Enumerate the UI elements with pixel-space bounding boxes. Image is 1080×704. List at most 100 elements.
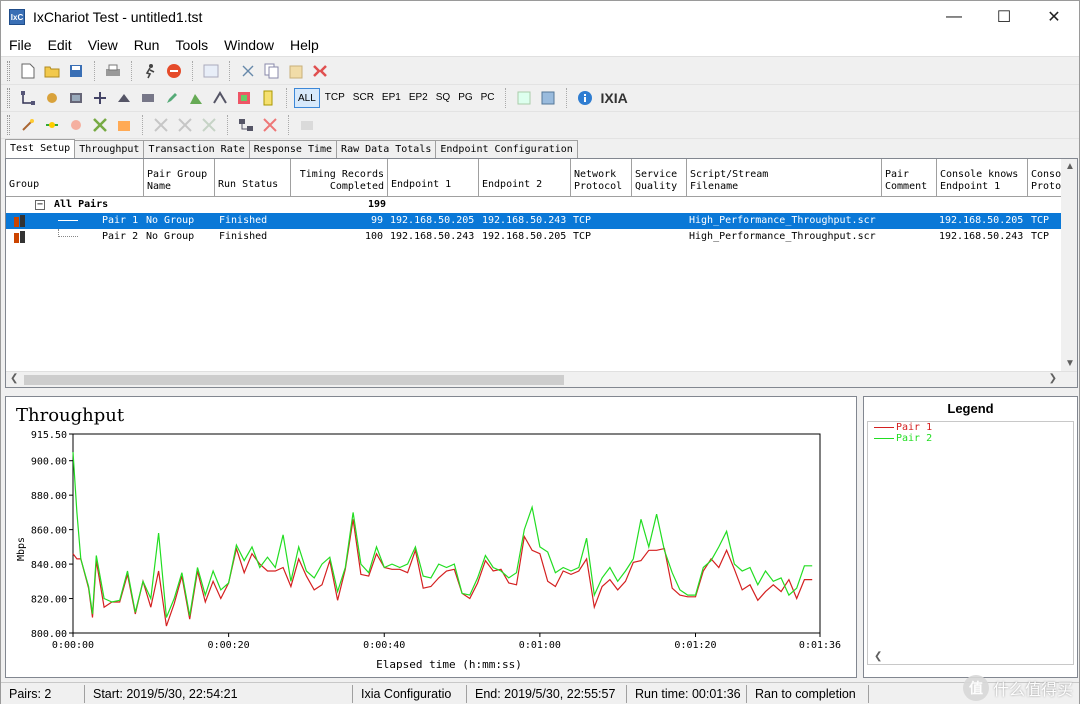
new-file-icon[interactable]: [18, 61, 38, 81]
lock-icon[interactable]: [114, 115, 134, 135]
add-pair-icon[interactable]: [18, 88, 38, 108]
timing-records: 100: [364, 231, 383, 242]
paste-icon[interactable]: [286, 61, 306, 81]
endpoint-icon[interactable]: [186, 88, 206, 108]
tab-test-setup[interactable]: Test Setup: [5, 139, 76, 158]
pair-name: Pair 2: [102, 231, 139, 242]
maximize-button[interactable]: ☐: [979, 1, 1029, 33]
toolbar-grip[interactable]: [7, 88, 10, 108]
scroll-thumb[interactable]: [24, 375, 564, 385]
col-pair-comment[interactable]: Pair Comment: [882, 159, 937, 197]
toolbar-grip[interactable]: [7, 115, 10, 135]
wizard-icon[interactable]: [18, 115, 38, 135]
swap-endpoints-icon[interactable]: [42, 115, 62, 135]
run-options-icon[interactable]: [90, 115, 110, 135]
status-bar: Pairs: 2 Start: 2019/5/30, 22:54:21 Ixia…: [1, 682, 1079, 704]
scroll-down-arrow-icon[interactable]: ▼: [1065, 358, 1075, 369]
col-endpoint-2[interactable]: Endpoint 2: [479, 159, 571, 197]
endpoint-2: 192.168.50.243: [482, 215, 567, 226]
edit-pair-icon[interactable]: [162, 88, 182, 108]
menu-window[interactable]: Window: [216, 37, 282, 53]
legend-swatch: [874, 427, 894, 428]
table-row[interactable]: Pair 1 No Group Finished 99 192.168.50.2…: [6, 213, 1077, 229]
filter-all[interactable]: ALL: [294, 88, 320, 108]
disabled-icon[interactable]: [175, 115, 195, 135]
hardware-pair-icon[interactable]: [90, 88, 110, 108]
menu-help[interactable]: Help: [282, 37, 327, 53]
copy-icon[interactable]: [262, 61, 282, 81]
legend-entry-pair-2[interactable]: Pair 2: [868, 433, 1073, 444]
tab-response-time[interactable]: Response Time: [248, 140, 338, 158]
x-tick-label: 0:01:00: [519, 640, 561, 651]
delete-icon[interactable]: [310, 61, 330, 81]
tab-raw-data-totals[interactable]: Raw Data Totals: [336, 140, 437, 158]
disabled-window-icon[interactable]: [201, 61, 221, 81]
y-axis-label: Mbps: [16, 537, 27, 561]
run-icon[interactable]: [140, 61, 160, 81]
network-icon[interactable]: [236, 115, 256, 135]
legend-entry-pair-1[interactable]: Pair 1: [868, 422, 1073, 433]
legend-pane: Legend Pair 1 Pair 2 ❮: [863, 396, 1078, 678]
tab-transaction-rate[interactable]: Transaction Rate: [143, 140, 250, 158]
disabled-icon[interactable]: [199, 115, 219, 135]
filter-pg[interactable]: PG: [455, 88, 475, 108]
close-button[interactable]: ✕: [1029, 1, 1079, 33]
menu-run[interactable]: Run: [126, 37, 168, 53]
export-icon[interactable]: [514, 88, 534, 108]
col-group[interactable]: Group: [6, 159, 144, 197]
disabled-icon[interactable]: [151, 115, 171, 135]
add-multicast-icon[interactable]: [42, 88, 62, 108]
scroll-up-arrow-icon[interactable]: ▲: [1065, 161, 1075, 172]
pair-icon: [14, 231, 26, 243]
filter-scr[interactable]: SCR: [350, 88, 377, 108]
x-axis-label: Elapsed time (h:mm:ss): [376, 658, 522, 671]
filter-ep1[interactable]: EP1: [379, 88, 404, 108]
cut-icon[interactable]: [238, 61, 258, 81]
filter-pc[interactable]: PC: [478, 88, 498, 108]
toolbar-grip[interactable]: [7, 61, 10, 81]
voip-pair-icon[interactable]: [114, 88, 134, 108]
grid-horizontal-scrollbar[interactable]: ❮ ❯: [6, 371, 1077, 387]
video-pair-icon[interactable]: [138, 88, 158, 108]
tab-endpoint-configuration[interactable]: Endpoint Configuration: [435, 140, 578, 158]
filter-sq[interactable]: SQ: [433, 88, 453, 108]
col-console-knows-ep1[interactable]: Console knows Endpoint 1: [937, 159, 1028, 197]
col-run-status[interactable]: Run Status: [215, 159, 291, 197]
filter-ep2[interactable]: EP2: [406, 88, 431, 108]
save-results-icon[interactable]: [538, 88, 558, 108]
col-network-protocol[interactable]: Network Protocol: [571, 159, 632, 197]
group-row-all-pairs[interactable]: − All Pairs 199: [6, 197, 1077, 213]
help-info-icon[interactable]: [575, 88, 595, 108]
refresh-icon[interactable]: [234, 88, 254, 108]
col-service-quality[interactable]: Service Quality: [632, 159, 687, 197]
disconnect-icon[interactable]: [260, 115, 280, 135]
menu-file[interactable]: File: [1, 37, 40, 53]
col-endpoint-1[interactable]: Endpoint 1: [388, 159, 479, 197]
toolbar-separator: [229, 61, 230, 81]
pair-icon[interactable]: [66, 88, 86, 108]
col-pair-group-name[interactable]: Pair Group Name: [144, 159, 215, 197]
print-icon[interactable]: [103, 61, 123, 81]
app-group-icon[interactable]: [210, 88, 230, 108]
x-tick-label: 0:01:20: [674, 640, 716, 651]
col-timing-records[interactable]: Timing Records Completed: [291, 159, 388, 197]
save-icon[interactable]: [66, 61, 86, 81]
grid-vertical-scrollbar[interactable]: ▲ ▼: [1061, 159, 1077, 371]
menu-view[interactable]: View: [80, 37, 126, 53]
menu-tools[interactable]: Tools: [167, 37, 216, 53]
scroll-right-arrow-icon[interactable]: ❯: [1049, 373, 1057, 384]
menu-edit[interactable]: Edit: [40, 37, 80, 53]
clear-results-icon[interactable]: [66, 115, 86, 135]
disabled-print-icon[interactable]: [297, 115, 317, 135]
filter-tcp[interactable]: TCP: [322, 88, 348, 108]
scroll-left-arrow-icon[interactable]: ❮: [10, 373, 18, 384]
info-number-icon[interactable]: [258, 88, 278, 108]
tab-throughput[interactable]: Throughput: [74, 140, 145, 158]
stop-icon[interactable]: [164, 61, 184, 81]
minimize-button[interactable]: —: [929, 1, 979, 33]
table-row[interactable]: Pair 2 No Group Finished 100 192.168.50.…: [6, 229, 1077, 245]
open-folder-icon[interactable]: [42, 61, 62, 81]
legend-scroll-left-icon[interactable]: ❮: [874, 651, 882, 662]
col-script-filename[interactable]: Script/Stream Filename: [687, 159, 882, 197]
collapse-toggle-icon[interactable]: −: [35, 200, 45, 210]
